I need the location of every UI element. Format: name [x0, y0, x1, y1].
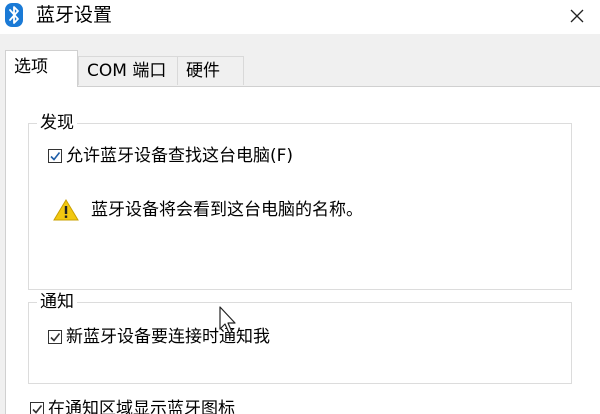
tab-hardware[interactable]: 硬件	[177, 56, 244, 85]
discovery-legend: 发现	[37, 111, 77, 135]
show-tray-icon-label: 在通知区域显示蓝牙图标	[48, 399, 235, 414]
checkmark-icon	[50, 333, 61, 342]
show-tray-icon-checkbox[interactable]	[30, 402, 44, 414]
notification-group: 通知 新蓝牙设备要连接时通知我	[28, 290, 572, 384]
notification-legend: 通知	[37, 290, 77, 314]
title-bar: 蓝牙设置	[0, 0, 600, 34]
bluetooth-settings-window: 蓝牙设置 选项 COM 端口 硬件 发现 允许蓝牙设备查找这台电脑(F) 蓝牙设…	[0, 0, 600, 414]
notify-new-device-label: 新蓝牙设备要连接时通知我	[66, 327, 270, 347]
tab-panel-options: 发现 允许蓝牙设备查找这台电脑(F) 蓝牙设备将会看到这台电脑的名称。 通知 新…	[5, 86, 600, 414]
allow-discovery-option[interactable]: 允许蓝牙设备查找这台电脑(F)	[48, 144, 293, 168]
checkmark-icon	[32, 405, 43, 414]
discovery-warning: 蓝牙设备将会看到这台电脑的名称。	[53, 198, 363, 222]
window-title: 蓝牙设置	[36, 4, 113, 26]
warning-icon	[53, 198, 79, 222]
show-tray-icon-option[interactable]: 在通知区域显示蓝牙图标	[30, 397, 235, 414]
close-icon	[570, 9, 584, 23]
tab-options[interactable]: 选项	[5, 50, 78, 87]
tab-com-ports[interactable]: COM 端口	[78, 56, 178, 85]
notify-new-device-option[interactable]: 新蓝牙设备要连接时通知我	[48, 325, 270, 349]
allow-discovery-label: 允许蓝牙设备查找这台电脑(F)	[66, 146, 294, 166]
notify-new-device-checkbox[interactable]	[48, 330, 62, 344]
close-button[interactable]	[554, 0, 600, 32]
discovery-warning-text: 蓝牙设备将会看到这台电脑的名称。	[91, 200, 363, 220]
allow-discovery-checkbox[interactable]	[48, 149, 62, 163]
tab-bar: 选项 COM 端口 硬件	[0, 50, 600, 87]
discovery-group: 发现 允许蓝牙设备查找这台电脑(F) 蓝牙设备将会看到这台电脑的名称。	[28, 111, 572, 290]
bluetooth-icon	[4, 2, 24, 28]
checkmark-icon	[50, 152, 61, 161]
